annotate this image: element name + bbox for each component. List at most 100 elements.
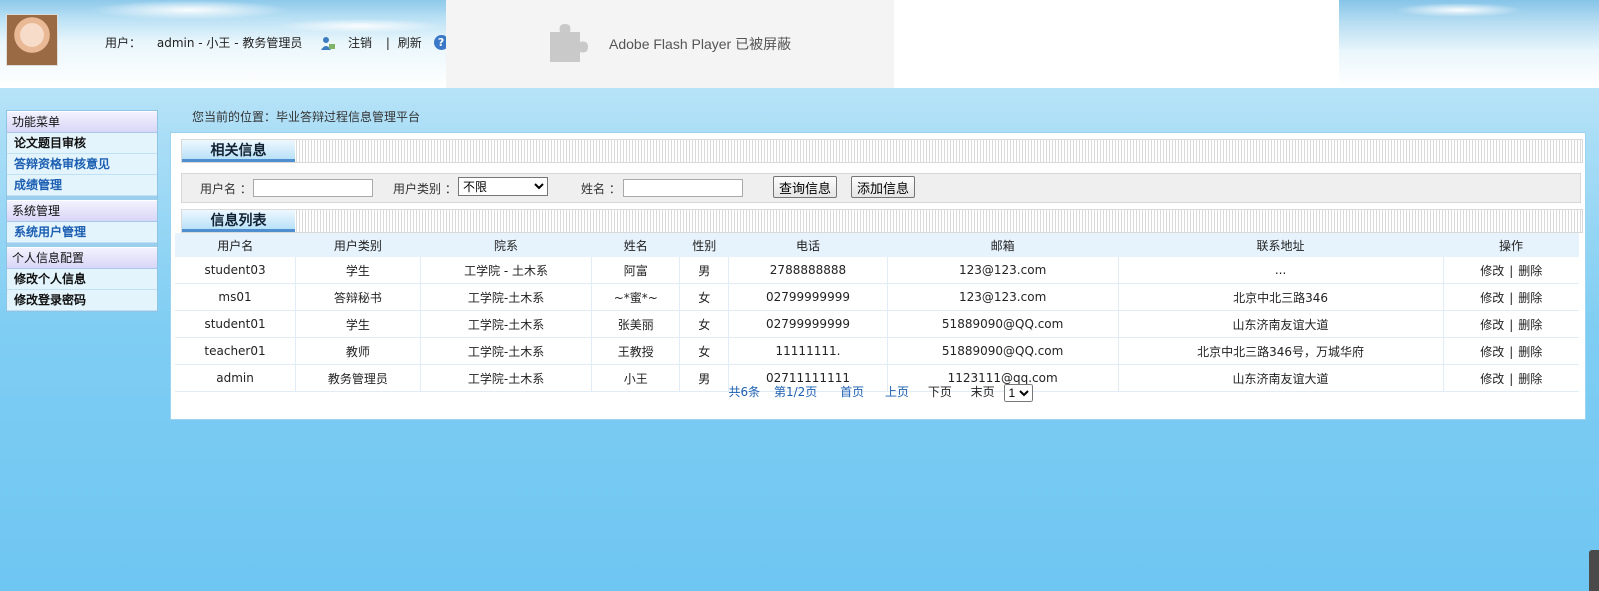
edit-link[interactable]: 修改 (1480, 291, 1504, 305)
refresh-link[interactable]: 刷新 (398, 36, 422, 50)
cell-phone: 02799999999 (728, 310, 888, 338)
menu-item-edit-profile[interactable]: 修改个人信息 (7, 269, 157, 290)
delete-link[interactable]: 删除 (1518, 318, 1542, 332)
edit-link[interactable]: 修改 (1480, 318, 1504, 332)
column-header: 联系地址 (1118, 233, 1444, 257)
cell-phone: 11111111. (728, 337, 888, 365)
main-panel: 相关信息 用户名 ： 用户类别 ： 不限 姓名 ： 查询信息 添加信息 信息列表… (170, 132, 1586, 420)
pager-first[interactable]: 首页 (840, 385, 864, 399)
cell-department: 工学院-土木系 (420, 337, 593, 365)
name-input[interactable] (623, 179, 743, 197)
cell-gender: 女 (679, 310, 730, 338)
cell-email: 123@123.com (887, 257, 1119, 284)
cell-actions: 修改 | 删除 (1443, 310, 1579, 338)
name-label: 姓名 ： (581, 182, 621, 196)
table-row: ms01 答辩秘书 工学院-土木系 ~*蜜*~ 女 02799999999 12… (175, 283, 1579, 311)
action-separator: | (1509, 317, 1514, 332)
query-button[interactable]: 查询信息 (773, 176, 838, 198)
puzzle-icon (550, 24, 588, 62)
user-icon (320, 35, 336, 51)
category-select[interactable]: 不限 (458, 177, 548, 196)
edit-link[interactable]: 修改 (1480, 264, 1504, 278)
cell-username: ms01 (175, 283, 297, 311)
cell-name: 阿富 (591, 257, 681, 284)
pager-next[interactable]: 下页 (928, 385, 952, 399)
pager-total: 共6条 (728, 385, 761, 399)
menu-item-defense-qualification[interactable]: 答辩资格审核意见 (7, 154, 157, 175)
cell-username: student03 (175, 257, 297, 284)
header: 用户： admin - 小王 - 教务管理员 注销 | 刷新 ? Adobe F… (0, 0, 1599, 88)
table-row: student01 学生 工学院-土木系 张美丽 女 02799999999 5… (175, 310, 1579, 338)
column-header: 院系 (420, 233, 592, 257)
logout-link[interactable]: 注销 (348, 36, 372, 50)
avatar (6, 14, 58, 66)
cell-actions: 修改 | 删除 (1443, 337, 1579, 365)
pager-last[interactable]: 末页 (971, 385, 995, 399)
related-info-title: 相关信息 (182, 140, 295, 162)
column-header: 操作 (1443, 233, 1579, 257)
cell-email: 123@123.com (887, 283, 1119, 311)
flash-placeholder[interactable]: Adobe Flash Player 已被屏蔽 (446, 0, 894, 88)
search-form: 用户名 ： 用户类别 ： 不限 姓名 ： 查询信息 添加信息 (181, 173, 1581, 203)
menu-group-functions[interactable]: 功能菜单 (7, 111, 157, 133)
cell-department: 工学院-土木系 (420, 310, 593, 338)
info-list-title: 信息列表 (182, 210, 295, 232)
cell-phone: 02799999999 (728, 283, 888, 311)
user-table: 用户名 用户类别 院系 姓名 性别 电话 邮箱 联系地址 操作 student0… (175, 233, 1579, 392)
add-button[interactable]: 添加信息 (851, 176, 916, 198)
column-header: 邮箱 (887, 233, 1119, 257)
column-header: 电话 (728, 233, 888, 257)
menu-item-change-password[interactable]: 修改登录密码 (7, 290, 157, 311)
cell-address: 北京中北三路346 (1118, 283, 1444, 311)
cell-address: 山东济南友谊大道 (1118, 310, 1444, 338)
column-header: 用户名 (175, 233, 296, 257)
delete-link[interactable]: 删除 (1518, 264, 1542, 278)
menu-group-system[interactable]: 系统管理 (7, 200, 157, 222)
cell-name: ~*蜜*~ (591, 283, 681, 311)
menu-item-thesis-review[interactable]: 论文题目审核 (7, 133, 157, 154)
user-info: admin - 小王 - 教务管理员 (156, 36, 303, 50)
cell-phone: 2788888888 (728, 257, 888, 284)
cell-department: 工学院 - 土木系 (420, 257, 593, 284)
username-label: 用户名 ： (200, 182, 252, 196)
cell-name: 张美丽 (591, 310, 681, 338)
cell-gender: 女 (679, 283, 730, 311)
pagination: 共6条 第1/2页 首页 上页 下页 末页 1 (171, 383, 1585, 402)
menu-item-grade-management[interactable]: 成绩管理 (7, 175, 157, 196)
pager-page-info: 第1/2页 (773, 385, 818, 399)
cell-category: 学生 (295, 310, 421, 338)
action-separator: | (1509, 263, 1514, 278)
username-input[interactable] (253, 179, 373, 197)
cell-department: 工学院-土木系 (420, 283, 593, 311)
table-row: student03 学生 工学院 - 土木系 阿富 男 2788888888 1… (175, 257, 1579, 284)
scrollbar-thumb[interactable] (1589, 550, 1599, 591)
pager-prev[interactable]: 上页 (885, 385, 909, 399)
header-banner-right (1339, 0, 1599, 88)
column-header: 性别 (679, 233, 729, 257)
cell-address: 北京中北三路346号，万城华府 (1118, 337, 1444, 365)
cell-address: ... (1118, 257, 1444, 284)
breadcrumb: 您当前的位置：毕业答辩过程信息管理平台 (192, 110, 421, 124)
menu-group-personal[interactable]: 个人信息配置 (7, 247, 157, 269)
table-row: teacher01 教师 工学院-土木系 王教授 女 11111111. 518… (175, 337, 1579, 365)
header-separator: | (385, 35, 390, 50)
delete-link[interactable]: 删除 (1518, 345, 1542, 359)
action-separator: | (1509, 290, 1514, 305)
menu-item-system-users[interactable]: 系统用户管理 (7, 222, 157, 243)
flash-blocked-text: Adobe Flash Player 已被屏蔽 (609, 36, 792, 52)
cell-username: student01 (175, 310, 297, 338)
info-list-header: 信息列表 (181, 209, 1583, 233)
cell-email: 51889090@QQ.com (887, 337, 1119, 365)
delete-link[interactable]: 删除 (1518, 291, 1542, 305)
cell-actions: 修改 | 删除 (1443, 283, 1579, 311)
page-select[interactable]: 1 (1003, 383, 1033, 402)
left-menu: 功能菜单 论文题目审核 答辩资格审核意见 成绩管理 系统管理 系统用户管理 个人… (6, 110, 158, 312)
edit-link[interactable]: 修改 (1480, 345, 1504, 359)
related-info-header: 相关信息 (181, 139, 1583, 163)
cell-name: 王教授 (591, 337, 681, 365)
action-separator: | (1509, 344, 1514, 359)
column-header: 姓名 (591, 233, 680, 257)
user-info-bar: 用户： admin - 小王 - 教务管理员 注销 | 刷新 ? (105, 34, 449, 51)
cell-category: 答辩秘书 (295, 283, 421, 311)
cell-gender: 男 (679, 257, 730, 284)
